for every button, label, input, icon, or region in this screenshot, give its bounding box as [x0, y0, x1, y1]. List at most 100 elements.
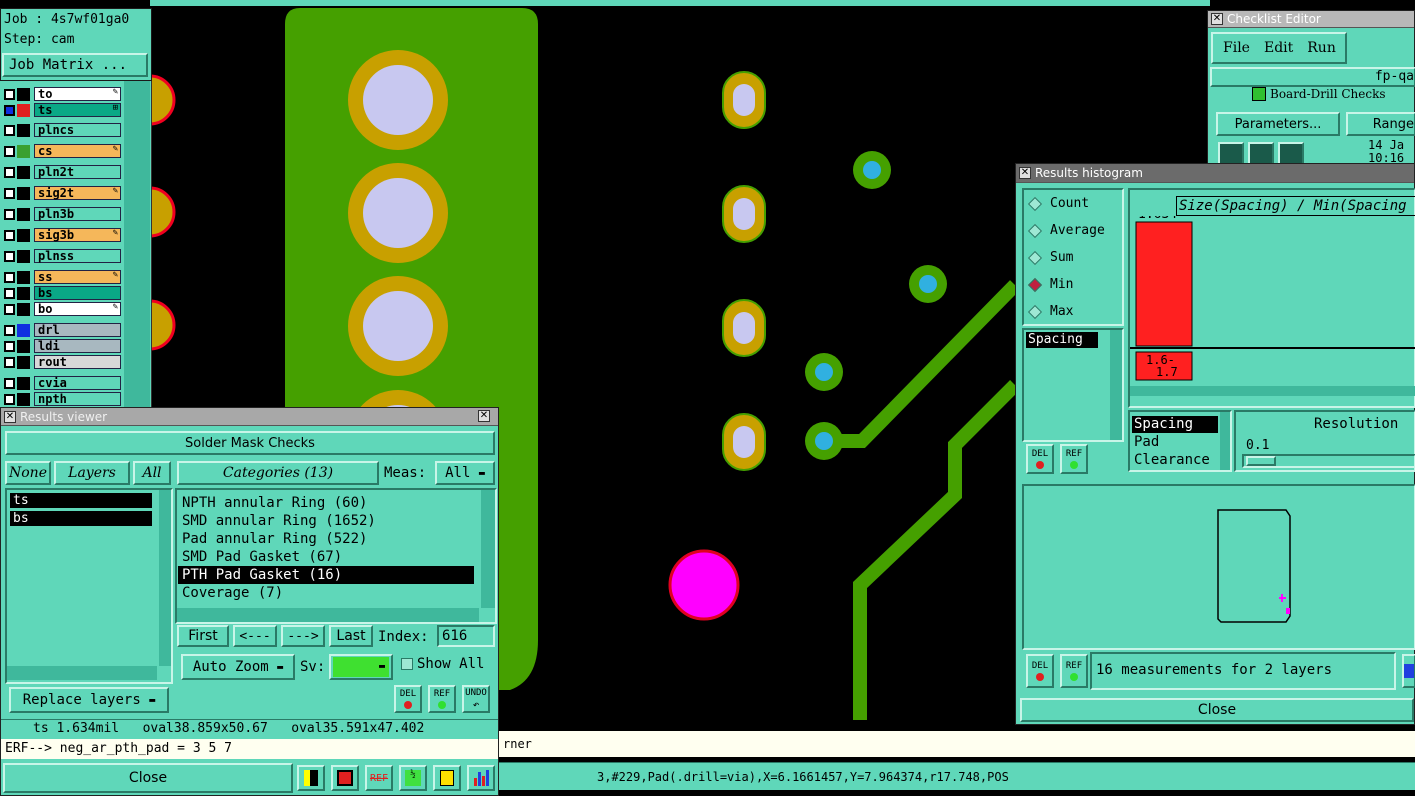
layer-row-drl[interactable]: drl	[4, 323, 121, 337]
close-button[interactable]: Close	[3, 763, 293, 793]
category-item[interactable]: Coverage (7)	[178, 584, 474, 602]
layers-button[interactable]: Layers	[54, 461, 130, 485]
layer-checkbox[interactable]	[4, 166, 15, 178]
layer-color-swatch[interactable]	[17, 270, 30, 284]
slider-handle[interactable]	[1246, 456, 1276, 466]
layer-row-pln2t[interactable]: pln2t	[4, 165, 121, 179]
category-item[interactable]: NPTH annular Ring (60)	[178, 494, 474, 512]
histogram-icon[interactable]	[467, 765, 495, 791]
layer-color-swatch[interactable]	[17, 376, 30, 390]
solder-mask-header[interactable]: Solder Mask Checks	[5, 431, 495, 455]
layer-checkbox[interactable]	[4, 250, 15, 262]
checklist-name-field[interactable]: fp-qa	[1210, 67, 1415, 87]
layer-row-npth[interactable]: npth	[4, 392, 121, 406]
checklist-item[interactable]: Board-Drill Checks	[1252, 87, 1386, 101]
layer-color-swatch[interactable]	[17, 87, 30, 101]
menu-run[interactable]: Run	[1307, 40, 1336, 56]
next-button[interactable]: --->	[281, 625, 325, 647]
layer-color-swatch[interactable]	[17, 249, 30, 263]
layer-name[interactable]: ss	[34, 270, 121, 284]
category-item[interactable]: SMD annular Ring (1652)	[178, 512, 474, 530]
sv-color-dropdown[interactable]: ▬	[329, 654, 393, 680]
mode-radio-average[interactable]: Average	[1026, 217, 1105, 244]
histogram-left-list[interactable]: Spacing	[1022, 328, 1124, 442]
layer-list-scrollbar[interactable]	[159, 490, 171, 666]
layer-checkbox[interactable]	[4, 271, 15, 283]
category-item[interactable]: Pad	[1132, 434, 1159, 450]
layer-color-swatch[interactable]	[17, 355, 30, 369]
show-all-checkbox[interactable]	[401, 658, 413, 670]
preview-ref-button[interactable]: REF	[1060, 654, 1088, 688]
layer-checkbox[interactable]	[4, 88, 15, 100]
layer-row-bs[interactable]: bs	[4, 286, 121, 300]
layer-color-swatch[interactable]	[17, 302, 30, 316]
mode-radio-max[interactable]: Max	[1026, 298, 1105, 325]
layer-row-to[interactable]: to ✎	[4, 87, 121, 101]
resolution-slider[interactable]	[1242, 454, 1415, 468]
layer-color-swatch[interactable]	[17, 286, 30, 300]
layer-color-swatch[interactable]	[17, 207, 30, 221]
ref-off-icon[interactable]: REF	[365, 765, 393, 791]
layer-row-sig2t[interactable]: sig2t ✎	[4, 186, 121, 200]
category-item[interactable]: Pad annular Ring (522)	[178, 530, 474, 548]
auto-zoom-dropdown[interactable]: Auto Zoom ▬	[181, 654, 295, 680]
last-button[interactable]: Last	[329, 625, 373, 647]
layer-checkbox[interactable]	[4, 104, 15, 116]
index-input[interactable]: 616	[437, 625, 495, 647]
range-button[interactable]: Range	[1346, 112, 1415, 136]
category-list[interactable]: Spacing Pad Clearance	[1128, 410, 1232, 472]
layer-checkbox[interactable]	[4, 340, 15, 352]
layer-name[interactable]: ldi	[34, 339, 121, 353]
mode-radio-count[interactable]: Count	[1026, 190, 1105, 217]
layer-checkbox[interactable]	[4, 303, 15, 315]
menu-edit[interactable]: Edit	[1264, 40, 1293, 56]
layer-name[interactable]: bs	[34, 286, 121, 300]
layer-list-hscroll[interactable]	[7, 666, 157, 680]
hist-ref-button[interactable]: REF	[1060, 444, 1088, 474]
layer-scrollbar[interactable]	[124, 81, 150, 411]
none-button[interactable]: None	[5, 461, 51, 485]
layer-checkbox[interactable]	[4, 187, 15, 199]
close-icon[interactable]: ✕	[1019, 167, 1031, 179]
layer-name[interactable]: sig2t	[34, 186, 121, 200]
categories-list[interactable]: NPTH annular Ring (60) SMD annular Ring (…	[175, 488, 497, 624]
layer-color-swatch[interactable]	[17, 186, 30, 200]
chart-hscroll[interactable]	[1130, 386, 1415, 396]
layer-color-swatch[interactable]	[17, 103, 30, 117]
first-button[interactable]: First	[177, 625, 229, 647]
parameters-button[interactable]: Parameters...	[1216, 112, 1340, 136]
histogram-titlebar[interactable]: ✕ Results histogram	[1016, 164, 1414, 183]
layer-row-ldi[interactable]: ldi	[4, 339, 121, 353]
prev-button[interactable]: <---	[233, 625, 277, 647]
layer-name[interactable]: cs	[34, 144, 121, 158]
left-list-scrollbar[interactable]	[1110, 330, 1122, 440]
replace-layers-dropdown[interactable]: Replace layers ▬	[9, 687, 169, 713]
layer-name[interactable]: rout	[34, 355, 121, 369]
mode-radio-sum[interactable]: Sum	[1026, 244, 1105, 271]
layer-checkbox[interactable]	[4, 377, 15, 389]
layer-color-swatch[interactable]	[17, 228, 30, 242]
layer-checkbox[interactable]	[4, 208, 15, 220]
categories-hscroll[interactable]	[177, 608, 479, 622]
close-icon[interactable]: ✕	[4, 410, 16, 423]
layer-row-cvia[interactable]: cvia	[4, 376, 121, 390]
layer-row-bo[interactable]: bo ✎	[4, 302, 121, 316]
layer-name[interactable]: pln3b	[34, 207, 121, 221]
layer-name[interactable]: bo	[34, 302, 121, 316]
layer-name[interactable]: npth	[34, 392, 121, 406]
category-scrollbar[interactable]	[1220, 412, 1230, 470]
undo-button[interactable]: UNDO ↶	[462, 685, 490, 713]
fraction-icon[interactable]: ½	[399, 765, 427, 791]
category-item[interactable]: Clearance	[1132, 452, 1210, 468]
layer-list-item[interactable]: bs	[10, 511, 152, 526]
mode-radio-min[interactable]: Min	[1026, 271, 1105, 298]
report-icon[interactable]	[433, 765, 461, 791]
layer-name[interactable]: plnss	[34, 249, 121, 263]
del-button[interactable]: DEL	[394, 685, 422, 713]
category-item[interactable]: PTH Pad Gasket (16)	[178, 566, 474, 584]
hist-del-button[interactable]: DEL	[1026, 444, 1054, 474]
layer-row-plncs[interactable]: plncs	[4, 123, 121, 137]
histogram-close-button[interactable]: Close	[1020, 698, 1414, 722]
histogram-bar[interactable]	[1135, 221, 1193, 347]
layer-color-swatch[interactable]	[17, 392, 30, 406]
